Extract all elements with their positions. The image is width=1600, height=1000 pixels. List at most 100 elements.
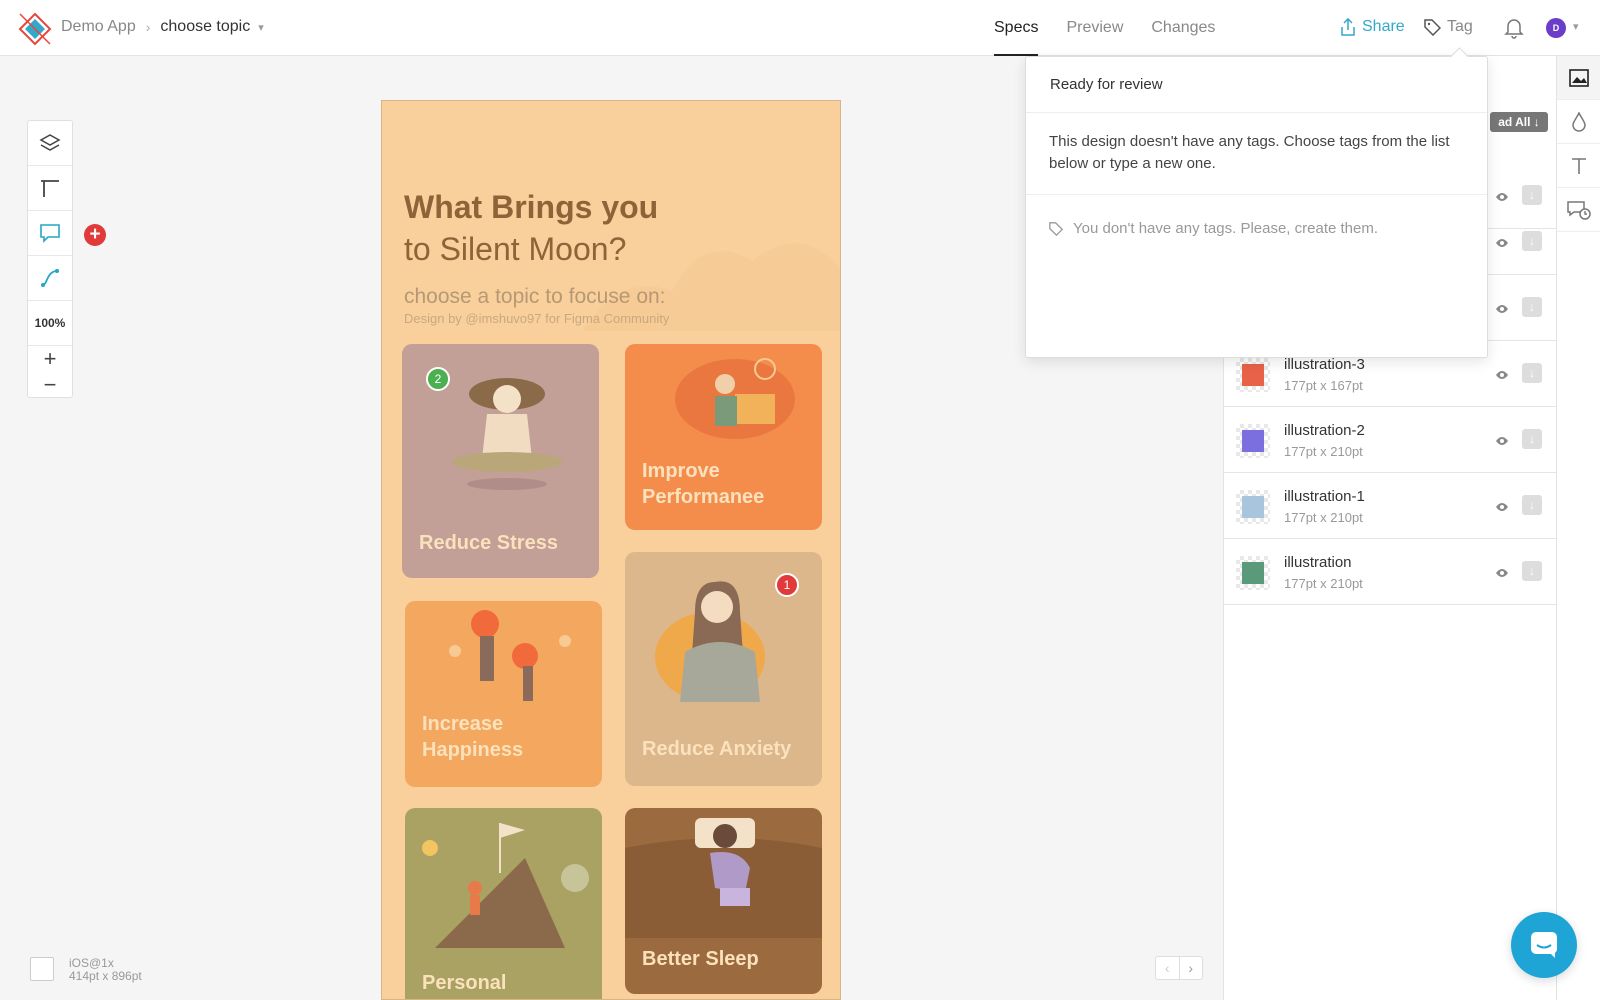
- text-styles-tab[interactable]: [1557, 144, 1600, 188]
- share-label: Share: [1362, 18, 1405, 35]
- tab-preview[interactable]: Preview: [1066, 0, 1123, 56]
- top-bar: Demo App › choose topic ▾ Specs Preview …: [0, 0, 1600, 56]
- download-icon[interactable]: ↓: [1522, 561, 1542, 581]
- asset-size: 177pt x 210pt: [1284, 510, 1363, 525]
- app-logo[interactable]: [18, 12, 52, 46]
- inspector-sidebar: [1556, 56, 1600, 1000]
- comments-clock-icon: [1566, 200, 1591, 220]
- asset-row[interactable]: illustration-1 177pt x 210pt ↓: [1224, 473, 1557, 539]
- add-comment-button[interactable]: +: [84, 224, 106, 246]
- share-button[interactable]: Share: [1340, 18, 1405, 36]
- comment-button[interactable]: [28, 211, 72, 256]
- asset-thumbnail: [1236, 556, 1270, 590]
- topic-card-better-sleep[interactable]: Better Sleep: [625, 808, 822, 994]
- tag-button[interactable]: Tag: [1424, 18, 1473, 36]
- meditation-illustration: [452, 378, 562, 490]
- asset-size: 177pt x 167pt: [1284, 378, 1363, 393]
- comment-icon: [40, 224, 60, 243]
- artboard[interactable]: What Brings you to Silent Moon? choose a…: [381, 100, 841, 1000]
- card-label: Personal: [422, 972, 507, 994]
- card-label: Reduce Anxiety: [642, 738, 792, 760]
- avatar[interactable]: D: [1546, 18, 1566, 38]
- asset-name: illustration-1: [1284, 488, 1365, 505]
- topic-card-increase-happiness[interactable]: Increase Happiness: [405, 601, 602, 787]
- topic-card-personal[interactable]: Personal: [405, 808, 602, 999]
- device-toggle[interactable]: [30, 957, 54, 981]
- ruler-icon: [41, 180, 59, 197]
- artboard-credit: Design by @imshuvo97 for Figma Community: [404, 311, 670, 326]
- layers-button[interactable]: [28, 121, 72, 166]
- topic-card-reduce-anxiety[interactable]: 1 Reduce Anxiety: [625, 552, 822, 786]
- download-all-button[interactable]: ad All ↓: [1490, 112, 1548, 132]
- eye-icon[interactable]: [1495, 499, 1509, 517]
- download-icon[interactable]: ↓: [1522, 363, 1542, 383]
- tab-specs[interactable]: Specs: [994, 0, 1039, 56]
- flow-icon: [41, 269, 59, 287]
- device-dimensions: 414pt x 896pt: [69, 969, 142, 983]
- artboard-title: What Brings you: [404, 189, 659, 225]
- card-label: Increase Happiness: [422, 713, 524, 761]
- chevron-down-icon[interactable]: ▾: [1573, 20, 1579, 33]
- asset-size: 177pt x 210pt: [1284, 576, 1363, 591]
- comments-tab[interactable]: [1557, 188, 1600, 232]
- breadcrumb-project[interactable]: Demo App: [61, 18, 136, 36]
- breadcrumb: Demo App › choose topic ▾: [61, 18, 264, 36]
- no-tags-message: This design doesn't have any tags. Choos…: [1049, 133, 1450, 172]
- download-icon[interactable]: ↓: [1522, 495, 1542, 515]
- card-label: Reduce Stress: [419, 532, 558, 554]
- empty-tags-text: You don't have any tags. Please, create …: [1073, 220, 1379, 237]
- image-icon: [1568, 68, 1589, 87]
- comment-badge[interactable]: 2: [426, 367, 450, 391]
- tab-changes[interactable]: Changes: [1151, 0, 1215, 56]
- tag-input[interactable]: [1026, 57, 1487, 113]
- download-icon[interactable]: ↓: [1522, 231, 1542, 251]
- next-screen-button[interactable]: ›: [1180, 957, 1203, 979]
- asset-thumbnail: [1236, 358, 1270, 392]
- eye-icon[interactable]: [1495, 367, 1509, 385]
- asset-row[interactable]: illustration 177pt x 210pt ↓: [1224, 539, 1557, 605]
- download-icon[interactable]: ↓: [1522, 429, 1542, 449]
- card-label: Improve Performanee: [642, 460, 765, 508]
- divider: [1026, 194, 1487, 195]
- tag-label: Tag: [1447, 18, 1473, 35]
- previous-screen-button[interactable]: ‹: [1156, 957, 1180, 979]
- breadcrumb-screen[interactable]: choose topic: [160, 18, 250, 36]
- assets-tab[interactable]: [1557, 56, 1600, 100]
- download-icon[interactable]: ↓: [1522, 297, 1542, 317]
- download-all-label: ad All: [1498, 115, 1531, 129]
- zoom-out-button[interactable]: −: [28, 372, 72, 398]
- colors-tab[interactable]: [1557, 100, 1600, 144]
- zoom-level: 100%: [28, 301, 72, 346]
- empty-tags-state: You don't have any tags. Please, create …: [1049, 220, 1378, 237]
- eye-icon[interactable]: [1495, 189, 1509, 207]
- tab-bar: Specs Preview Changes: [994, 0, 1243, 56]
- chat-icon: [1531, 932, 1557, 958]
- sleep-illustration: [625, 818, 822, 938]
- chat-launcher-button[interactable]: [1511, 912, 1577, 978]
- card-label: Better Sleep: [642, 948, 759, 970]
- mountain-illustration: [422, 823, 589, 948]
- asset-row[interactable]: illustration-2 177pt x 210pt ↓: [1224, 407, 1557, 473]
- share-icon: [1341, 18, 1355, 36]
- eye-icon[interactable]: [1495, 301, 1509, 319]
- zoom-in-button[interactable]: +: [28, 346, 72, 372]
- topic-card-improve-performance[interactable]: Improve Performanee: [625, 344, 822, 530]
- measure-button[interactable]: [28, 166, 72, 211]
- eye-icon[interactable]: [1495, 433, 1509, 451]
- artboard-subtitle: choose a topic to focuse on:: [404, 285, 666, 308]
- eye-icon[interactable]: [1495, 235, 1509, 253]
- chevron-down-icon[interactable]: ▾: [258, 21, 264, 34]
- eye-icon[interactable]: [1495, 565, 1509, 583]
- tag-popover: This design doesn't have any tags. Choos…: [1025, 56, 1488, 358]
- flow-button[interactable]: [28, 256, 72, 301]
- comment-badge[interactable]: 1: [775, 573, 799, 597]
- asset-name: illustration-3: [1284, 356, 1365, 373]
- bell-icon[interactable]: [1504, 17, 1524, 39]
- topic-card-reduce-stress[interactable]: 2 Reduce Stress: [402, 344, 599, 578]
- download-icon[interactable]: ↓: [1522, 185, 1542, 205]
- screen-pager: ‹ ›: [1155, 956, 1203, 980]
- canvas-toolbar: 100% + −: [27, 120, 73, 398]
- happiness-illustration: [449, 610, 571, 701]
- device-info: iOS@1x 414pt x 896pt: [69, 957, 142, 983]
- droplet-icon: [1571, 111, 1586, 132]
